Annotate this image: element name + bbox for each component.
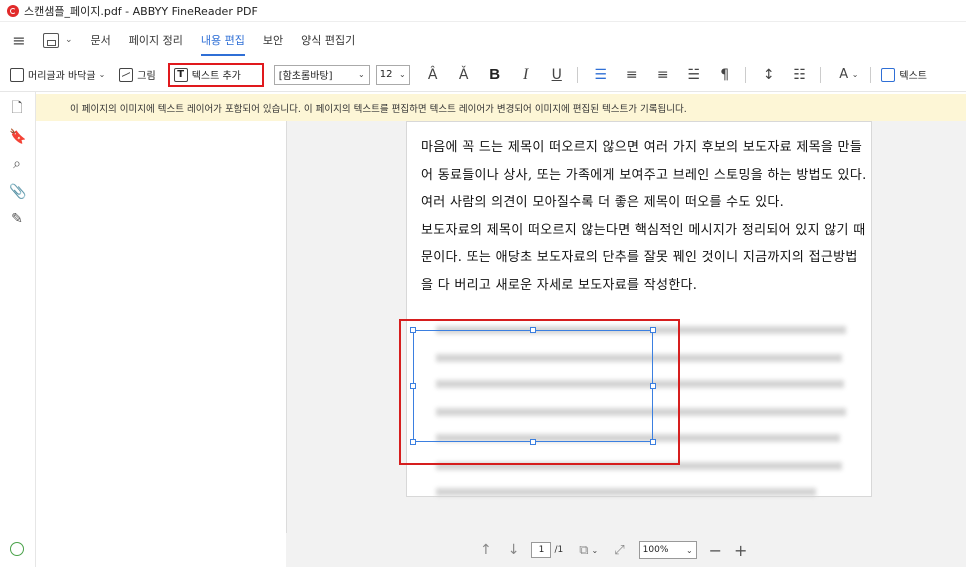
paragraph-1[interactable]: 마음에 꼭 드는 제목이 떠오르지 않으면 여러 가지 후보의 보도자료 제목을… bbox=[407, 134, 867, 217]
resize-handle[interactable] bbox=[530, 327, 536, 333]
page-text-block[interactable]: 마음에 꼭 드는 제목이 떠오르지 않으면 여러 가지 후보의 보도자료 제목을… bbox=[407, 134, 867, 299]
zoom-in-icon[interactable]: + bbox=[734, 541, 747, 560]
chevron-down-icon: ⌄ bbox=[358, 70, 365, 79]
bold-button[interactable]: B bbox=[487, 66, 503, 83]
zoom-select[interactable]: 100% ⌄ bbox=[638, 541, 697, 559]
decrease-font-icon[interactable]: Ǎ bbox=[456, 67, 472, 83]
header-footer-label: 머리글과 바닥글 bbox=[28, 71, 96, 82]
chevron-down-icon[interactable]: ⌄ bbox=[592, 546, 599, 555]
search-icon[interactable]: ⌕ bbox=[9, 156, 25, 172]
add-text-label: 텍스트 추가 bbox=[191, 71, 241, 82]
text-button[interactable]: 텍스트 bbox=[877, 63, 931, 87]
resize-handle[interactable] bbox=[410, 327, 416, 333]
chevron-down-icon[interactable]: ⌄ bbox=[852, 70, 859, 79]
increase-font-icon[interactable]: Â bbox=[425, 67, 441, 83]
divider bbox=[576, 66, 578, 83]
page-navigation-bar: ↑ ↓ 1 /1 ⧉ ⌄ ⤢ 100% ⌄ − + bbox=[286, 533, 966, 567]
info-icon bbox=[46, 101, 60, 115]
add-text-icon: T bbox=[173, 67, 188, 82]
resize-handle[interactable] bbox=[650, 327, 656, 333]
chevron-down-icon[interactable]: ⌄ bbox=[65, 35, 73, 45]
chevron-down-icon: ⌄ bbox=[98, 70, 106, 79]
header-footer-button[interactable]: 머리글과 바닥글 ⌄ bbox=[6, 63, 109, 87]
resize-handle[interactable] bbox=[410, 383, 416, 389]
previous-page-icon[interactable]: ↑ bbox=[480, 542, 492, 558]
add-text-button[interactable]: T 텍스트 추가 bbox=[167, 62, 264, 87]
total-pages: /1 bbox=[554, 545, 564, 555]
header-footer-icon bbox=[10, 67, 24, 82]
font-size-value: 12 bbox=[379, 69, 393, 80]
menu-item-document[interactable]: 문서 bbox=[91, 24, 111, 56]
next-page-icon[interactable]: ↓ bbox=[508, 542, 520, 558]
font-color-icon[interactable]: A bbox=[836, 67, 852, 82]
image-label: 그림 bbox=[137, 71, 156, 82]
chevron-down-icon: ⌄ bbox=[685, 545, 693, 555]
line-spacing-icon[interactable]: ↕ bbox=[761, 67, 777, 83]
image-button[interactable]: 그림 bbox=[115, 63, 159, 87]
title-bar: 스캔샘플_페이지.pdf - ABBYY FineReader PDF bbox=[0, 0, 966, 22]
paragraph-icon[interactable]: ¶ bbox=[717, 67, 733, 83]
align-left-icon[interactable]: ☰ bbox=[593, 67, 609, 83]
resize-handle[interactable] bbox=[650, 383, 656, 389]
justify-icon[interactable]: ☱ bbox=[686, 67, 702, 83]
menu-item-edit-content[interactable]: 내용 편집 bbox=[200, 24, 245, 56]
chevron-down-icon: ⌄ bbox=[399, 70, 406, 79]
abbyy-logo-icon bbox=[7, 4, 19, 17]
italic-button[interactable]: I bbox=[518, 66, 534, 84]
align-center-icon[interactable]: ≡ bbox=[624, 67, 640, 83]
menu-bar: ≡ ⌄ 문서 페이지 정리 내용 편집 보안 양식 편집기 bbox=[0, 22, 966, 58]
divider bbox=[870, 66, 872, 83]
zoom-value: 100% bbox=[642, 545, 669, 555]
divider bbox=[819, 66, 821, 83]
font-family-select[interactable]: [함초롬바탕] ⌄ bbox=[273, 64, 370, 85]
page-number-input[interactable]: 1 bbox=[531, 542, 552, 558]
bookmark-icon[interactable]: 🔖 bbox=[9, 129, 26, 145]
new-text-box[interactable] bbox=[410, 327, 656, 445]
fit-page-icon[interactable]: ⧉ bbox=[579, 543, 588, 558]
hamburger-menu-icon[interactable]: ≡ bbox=[11, 31, 27, 50]
page-thumbnails-icon[interactable]: 🗋 bbox=[9, 100, 25, 116]
divider bbox=[744, 66, 746, 83]
notice-message: 이 페이지의 이미지에 텍스트 레이어가 포함되어 있습니다. 이 페이지의 텍… bbox=[70, 103, 687, 115]
zoom-out-icon[interactable]: − bbox=[709, 541, 722, 560]
text-label: 텍스트 bbox=[899, 71, 928, 82]
edit-toolbar: 머리글과 바닥글 ⌄ 그림 T 텍스트 추가 [함초롬바탕] ⌄ 12 ⌄ Â… bbox=[0, 58, 966, 92]
text-icon bbox=[881, 67, 896, 82]
resize-handle[interactable] bbox=[410, 439, 416, 445]
attachment-icon[interactable]: 📎 bbox=[9, 184, 26, 200]
list-icon[interactable]: ☷ bbox=[792, 67, 808, 83]
font-name-value: [함초롬바탕] bbox=[278, 71, 333, 82]
menu-item-form-editor[interactable]: 양식 편집기 bbox=[301, 24, 355, 56]
paragraph-2[interactable]: 보도자료의 제목이 떠오르지 않는다면 핵심적인 메시지가 정리되어 있지 않기… bbox=[407, 217, 867, 300]
full-screen-icon[interactable]: ⤢ bbox=[614, 543, 624, 558]
left-sidebar: 🗋 🔖 ⌕ 📎 ✎ bbox=[0, 92, 36, 567]
font-size-select[interactable]: 12 ⌄ bbox=[375, 64, 410, 85]
menu-item-organize-pages[interactable]: 페이지 정리 bbox=[129, 24, 183, 56]
current-page-value: 1 bbox=[538, 545, 545, 555]
image-icon bbox=[119, 67, 134, 82]
save-icon[interactable] bbox=[43, 32, 59, 48]
signature-icon[interactable]: ✎ bbox=[9, 211, 25, 227]
text-layer-notice: 이 페이지의 이미지에 텍스트 레이어가 포함되어 있습니다. 이 페이지의 텍… bbox=[36, 94, 966, 121]
resize-handle[interactable] bbox=[650, 439, 656, 445]
underline-button[interactable]: U bbox=[549, 67, 565, 83]
resize-handle[interactable] bbox=[530, 439, 536, 445]
menu-item-security[interactable]: 보안 bbox=[263, 24, 283, 56]
align-right-icon[interactable]: ≡ bbox=[655, 67, 671, 83]
status-icon[interactable] bbox=[10, 542, 24, 556]
window-title: 스캔샘플_페이지.pdf - ABBYY FineReader PDF bbox=[24, 4, 258, 18]
